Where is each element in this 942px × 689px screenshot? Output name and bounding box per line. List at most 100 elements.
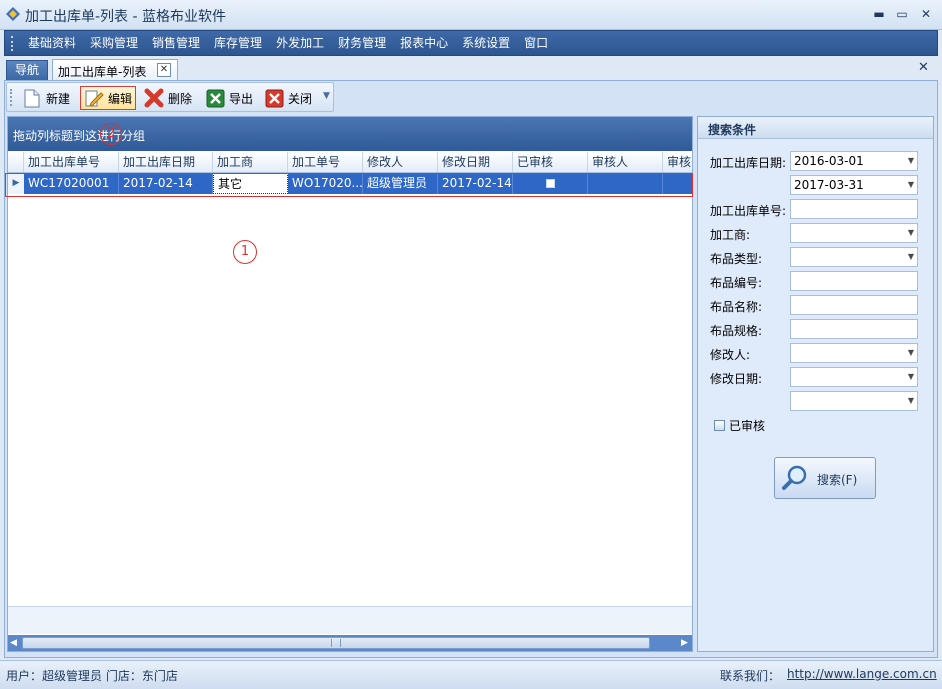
close-button[interactable]: 关闭 <box>261 86 315 110</box>
menu-finance[interactable]: 财务管理 <box>331 31 393 55</box>
menu-reports[interactable]: 报表中心 <box>393 31 455 55</box>
tab-close-icon[interactable]: ✕ <box>157 63 171 77</box>
scrollbar-grip-icon <box>331 639 341 647</box>
restore-button[interactable]: ▭ <box>893 6 911 22</box>
audited-filter-label: 已审核 <box>729 419 766 433</box>
window-title: 加工出库单-列表 - 蓝格布业软件 <box>25 9 227 25</box>
minimize-button[interactable]: ▬ <box>870 6 888 22</box>
search-panel-header: 搜索条件 <box>698 117 933 139</box>
modify-date-label: 修改日期: <box>710 372 763 386</box>
column-header-order-date[interactable]: 加工出库日期 <box>119 152 213 172</box>
search-panel-title: 搜索条件 <box>708 123 757 137</box>
new-document-icon <box>22 88 42 108</box>
chevron-down-icon[interactable]: ▼ <box>908 344 914 362</box>
close-label: 关闭 <box>288 91 313 106</box>
new-label: 新建 <box>46 91 71 106</box>
modifier-select[interactable]: ▼ <box>790 343 918 363</box>
grid-header-row: 加工出库单号 加工出库日期 加工商 加工单号 修改人 修改日期 已审核 审核人 … <box>8 152 692 173</box>
grid-footer <box>8 606 692 634</box>
toolbar: 新建 编辑 删除 导出 关闭 ▼ <box>6 82 334 112</box>
column-header-order-no[interactable]: 加工出库单号 <box>24 152 119 172</box>
status-bar: 用户：超级管理员 门店：东门店 联系我们： http://www.lange.c… <box>0 660 942 689</box>
close-window-button[interactable]: ✕ <box>917 6 935 22</box>
menu-basic-data[interactable]: 基础资料 <box>21 31 83 55</box>
scroll-right-icon[interactable]: ▶ <box>681 638 688 648</box>
chevron-down-icon[interactable]: ▼ <box>908 224 914 242</box>
chevron-down-icon[interactable]: ▼ <box>908 176 914 194</box>
document-close-icon[interactable]: ✕ <box>918 60 929 75</box>
fabric-spec-input[interactable] <box>790 319 918 339</box>
menu-outsourcing[interactable]: 外发加工 <box>269 31 331 55</box>
column-header-modify-date[interactable]: 修改日期 <box>438 152 513 172</box>
date-from-field[interactable]: 2016-03-01 ▼ <box>790 151 918 171</box>
annotation-marker-2: 2 <box>100 123 122 145</box>
horizontal-scrollbar[interactable]: ◀ ▶ <box>8 635 692 651</box>
edit-label: 编辑 <box>108 91 133 106</box>
order-no-label: 加工出库单号: <box>710 204 787 218</box>
fabric-name-input[interactable] <box>790 295 918 315</box>
menu-settings[interactable]: 系统设置 <box>455 31 517 55</box>
chevron-down-icon[interactable]: ▼ <box>908 248 914 266</box>
fabric-name-label: 布品名称: <box>710 300 763 314</box>
chevron-down-icon[interactable]: ▼ <box>908 392 914 410</box>
modify-date-from-field[interactable]: ▼ <box>790 367 918 387</box>
delete-x-icon <box>144 88 164 108</box>
delete-button[interactable]: 删除 <box>141 86 195 110</box>
annotation-marker-1: 1 <box>233 240 257 264</box>
column-header-audited[interactable]: 已审核 <box>513 152 588 172</box>
toolbar-grip-handle[interactable] <box>10 89 13 106</box>
menu-purchase[interactable]: 采购管理 <box>83 31 145 55</box>
fabric-code-input[interactable] <box>790 271 918 291</box>
menu-bar: 基础资料 采购管理 销售管理 库存管理 外发加工 财务管理 报表中心 系统设置 … <box>4 30 938 56</box>
menu-inventory[interactable]: 库存管理 <box>207 31 269 55</box>
menu-sales[interactable]: 销售管理 <box>145 31 207 55</box>
tab-strip: 导航 加工出库单-列表 ✕ <box>4 58 938 80</box>
fabric-type-label: 布品类型: <box>710 252 763 266</box>
processor-select[interactable]: ▼ <box>790 223 918 243</box>
modify-date-to-field[interactable]: ▼ <box>790 391 918 411</box>
new-button[interactable]: 新建 <box>19 86 73 110</box>
chevron-down-icon[interactable]: ▼ <box>908 368 914 386</box>
delete-label: 删除 <box>168 91 193 106</box>
group-by-hint: 拖动列标题到这进行分组 <box>13 129 146 143</box>
menu-grip-handle[interactable] <box>11 36 14 51</box>
fabric-type-select[interactable]: ▼ <box>790 247 918 267</box>
date-to-value: 2017-03-31 <box>794 178 864 192</box>
export-button[interactable]: 导出 <box>202 86 256 110</box>
menu-window[interactable]: 窗口 <box>517 31 555 55</box>
website-link[interactable]: http://www.lange.com.cn <box>787 667 937 681</box>
date-to-field[interactable]: 2017-03-31 ▼ <box>790 175 918 195</box>
contact-label: 联系我们： <box>720 669 781 683</box>
app-logo-icon <box>6 7 20 21</box>
column-header-modifier[interactable]: 修改人 <box>363 152 438 172</box>
tab-processing-outbound-list[interactable]: 加工出库单-列表 ✕ <box>52 59 178 80</box>
column-header-auditor[interactable]: 审核人 <box>588 152 663 172</box>
date-from-value: 2016-03-01 <box>794 154 864 168</box>
tab-label: 加工出库单-列表 <box>58 65 147 79</box>
chevron-down-icon[interactable]: ▼ <box>908 152 914 170</box>
search-panel: 搜索条件 加工出库日期: 2016-03-01 ▼ 2017-03-31 ▼ 加… <box>697 116 934 652</box>
selected-row-highlight <box>5 173 693 197</box>
status-user-store: 用户：超级管理员 门店：东门店 <box>6 669 178 683</box>
edit-icon <box>84 88 104 108</box>
audited-filter-checkbox[interactable] <box>714 420 725 431</box>
scrollbar-thumb[interactable] <box>22 637 650 649</box>
processor-label: 加工商: <box>710 228 751 242</box>
export-label: 导出 <box>229 91 254 106</box>
tab-navigation[interactable]: 导航 <box>6 60 48 80</box>
modifier-label: 修改人: <box>710 348 751 362</box>
close-x-icon <box>264 88 284 108</box>
column-header-processor[interactable]: 加工商 <box>213 152 288 172</box>
date-range-label: 加工出库日期: <box>710 156 787 170</box>
menu-items: 基础资料 采购管理 销售管理 库存管理 外发加工 财务管理 报表中心 系统设置 … <box>21 31 555 55</box>
scroll-left-icon[interactable]: ◀ <box>10 638 17 648</box>
title-bar: 加工出库单-列表 - 蓝格布业软件 ▬ ▭ ✕ <box>0 0 942 30</box>
excel-icon <box>205 88 225 108</box>
search-button[interactable]: 搜索(F) <box>774 457 876 499</box>
toolbar-overflow-icon[interactable]: ▼ <box>323 91 330 101</box>
edit-button[interactable]: 编辑 <box>80 86 137 110</box>
column-header-process-no[interactable]: 加工单号 <box>288 152 363 172</box>
fabric-spec-label: 布品规格: <box>710 324 763 338</box>
column-header-audit[interactable]: 审核 <box>663 152 692 172</box>
order-no-input[interactable] <box>790 199 918 219</box>
